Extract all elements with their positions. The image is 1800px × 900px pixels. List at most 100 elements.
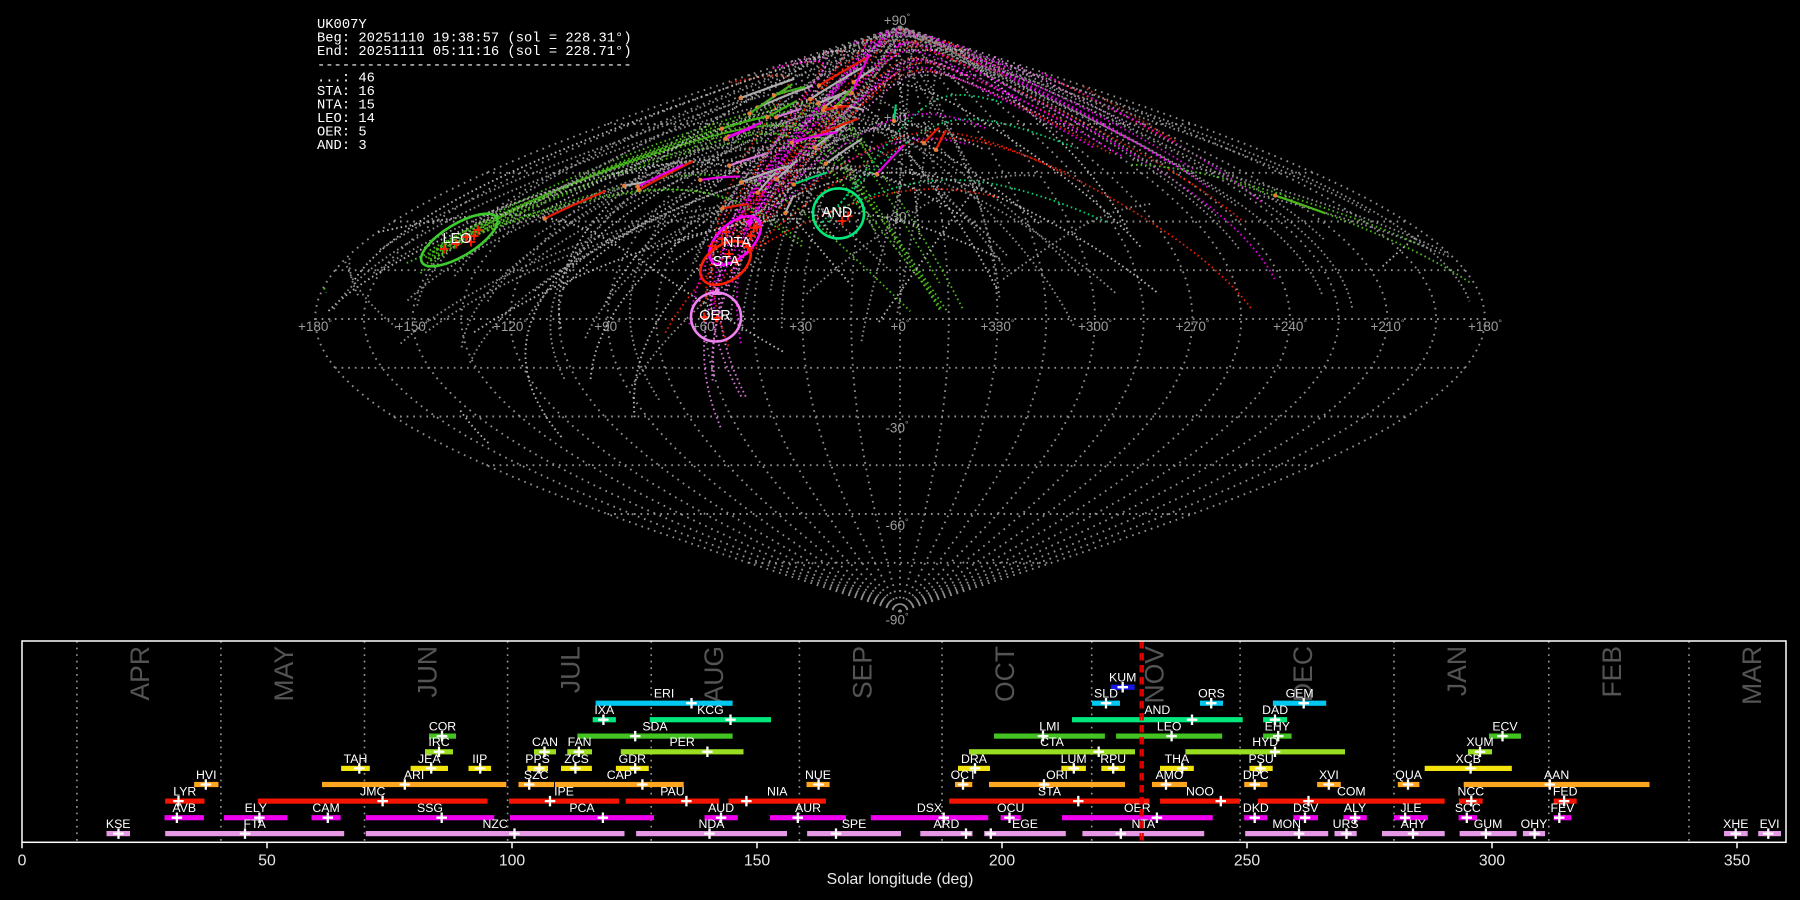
svg-text:AND: 3: AND: 3 <box>317 139 367 154</box>
svg-text:+180°: +180° <box>1468 318 1502 334</box>
svg-text:NZC: NZC <box>482 817 507 831</box>
svg-text:350: 350 <box>1724 852 1751 869</box>
svg-text:JAN: JAN <box>1442 646 1472 696</box>
svg-text:+30°: +30° <box>789 318 816 334</box>
svg-text:HYD: HYD <box>1252 735 1278 749</box>
svg-text:XHE: XHE <box>1723 817 1748 831</box>
svg-text:50: 50 <box>258 852 276 869</box>
svg-text:OCT: OCT <box>951 768 977 782</box>
svg-text:IXA: IXA <box>594 703 615 717</box>
svg-text:SSG: SSG <box>417 801 443 815</box>
svg-text:AUG: AUG <box>699 646 729 703</box>
svg-text:300: 300 <box>1479 852 1506 869</box>
svg-text:AHY: AHY <box>1401 817 1426 831</box>
svg-text:FEV: FEV <box>1550 801 1575 815</box>
svg-text:SEP: SEP <box>847 646 877 699</box>
svg-text:OCU: OCU <box>997 801 1024 815</box>
svg-text:KSE: KSE <box>106 817 131 831</box>
svg-text:CAN: CAN <box>532 735 558 749</box>
svg-text:TAH: TAH <box>344 752 368 766</box>
svg-text:NDA: NDA <box>699 817 726 831</box>
svg-text:RPU: RPU <box>1100 752 1126 766</box>
svg-text:AUD: AUD <box>708 801 734 815</box>
svg-text:LMI: LMI <box>1039 720 1060 734</box>
svg-text:FEB: FEB <box>1597 646 1627 698</box>
svg-text:GDR: GDR <box>619 752 646 766</box>
svg-text:PPS: PPS <box>525 752 550 766</box>
svg-text:COR: COR <box>429 720 456 734</box>
svg-text:+60°: +60° <box>884 109 911 125</box>
svg-text:AND: AND <box>1144 703 1170 717</box>
svg-text:STA: STA <box>712 254 739 270</box>
svg-text:+90°: +90° <box>884 12 911 28</box>
svg-text:NTA: NTA <box>723 235 751 251</box>
svg-text:+90°: +90° <box>594 318 621 334</box>
svg-text:ORI: ORI <box>1046 768 1068 782</box>
svg-text:XCB: XCB <box>1456 752 1481 766</box>
svg-text:SLD: SLD <box>1094 687 1118 701</box>
svg-text:JMC: JMC <box>360 785 385 799</box>
svg-text:+330°: +330° <box>980 318 1014 334</box>
svg-text:JUL: JUL <box>556 646 586 693</box>
svg-text:LEO: LEO <box>442 231 471 247</box>
svg-text:CAP: CAP <box>607 768 632 782</box>
svg-text:OER: OER <box>699 308 730 324</box>
svg-text:PCA: PCA <box>569 801 595 815</box>
svg-text:AAN: AAN <box>1544 768 1569 782</box>
svg-text:JEA: JEA <box>418 752 441 766</box>
svg-text:PER: PER <box>669 735 694 749</box>
svg-text:SDA: SDA <box>642 720 668 734</box>
svg-text:OCT: OCT <box>990 646 1020 702</box>
svg-text:NOO: NOO <box>1186 785 1214 799</box>
svg-text:FED: FED <box>1553 785 1578 799</box>
svg-text:200: 200 <box>989 852 1016 869</box>
svg-text:DRA: DRA <box>961 752 988 766</box>
svg-text:DPC: DPC <box>1243 768 1269 782</box>
svg-text:FTA: FTA <box>244 817 267 831</box>
svg-text:MAR: MAR <box>1737 646 1767 705</box>
svg-text:+180°: +180° <box>298 318 332 334</box>
svg-text:XVI: XVI <box>1319 768 1339 782</box>
svg-text:DKD: DKD <box>1243 801 1269 815</box>
svg-text:NCC: NCC <box>1457 785 1484 799</box>
svg-text:OER: OER <box>1124 801 1151 815</box>
svg-text:ORS: ORS <box>1198 687 1225 701</box>
svg-text:AMO: AMO <box>1155 768 1183 782</box>
svg-text:Solar longitude (deg): Solar longitude (deg) <box>827 871 974 888</box>
svg-text:AUR: AUR <box>795 801 821 815</box>
svg-text:APR: APR <box>125 646 155 701</box>
svg-text:PAU: PAU <box>660 785 684 799</box>
svg-text:250: 250 <box>1234 852 1261 869</box>
svg-text:LUM: LUM <box>1061 752 1087 766</box>
svg-text:GEM: GEM <box>1286 687 1314 701</box>
svg-text:URS: URS <box>1333 817 1359 831</box>
svg-text:150: 150 <box>744 852 771 869</box>
svg-text:0: 0 <box>18 852 27 869</box>
svg-text:SPE: SPE <box>842 817 867 831</box>
svg-text:EVI: EVI <box>1760 817 1780 831</box>
svg-text:OHY: OHY <box>1521 817 1548 831</box>
svg-text:+240°: +240° <box>1273 318 1307 334</box>
svg-text:DSX: DSX <box>917 801 942 815</box>
svg-text:IIP: IIP <box>472 752 487 766</box>
svg-text:+210°: +210° <box>1370 318 1404 334</box>
svg-text:HVI: HVI <box>196 768 217 782</box>
svg-text:ARD: ARD <box>933 817 959 831</box>
svg-text:FAN: FAN <box>568 735 592 749</box>
svg-text:DAD: DAD <box>1262 703 1288 717</box>
svg-text:ELY: ELY <box>245 801 267 815</box>
svg-text:QUA: QUA <box>1395 768 1422 782</box>
svg-text:PSU: PSU <box>1248 752 1273 766</box>
svg-text:+300°: +300° <box>1078 318 1112 334</box>
svg-text:AVB: AVB <box>172 801 196 815</box>
svg-text:ECV: ECV <box>1492 720 1518 734</box>
svg-text:LYR: LYR <box>173 785 196 799</box>
svg-text:STA: STA <box>1038 785 1062 799</box>
svg-text:KCG: KCG <box>697 703 724 717</box>
svg-text:CAM: CAM <box>312 801 339 815</box>
svg-text:NUE: NUE <box>805 768 831 782</box>
svg-text:CTA: CTA <box>1040 735 1064 749</box>
svg-text:ZCS: ZCS <box>564 752 589 766</box>
svg-text:IRC: IRC <box>428 735 449 749</box>
svg-text:100: 100 <box>499 852 526 869</box>
